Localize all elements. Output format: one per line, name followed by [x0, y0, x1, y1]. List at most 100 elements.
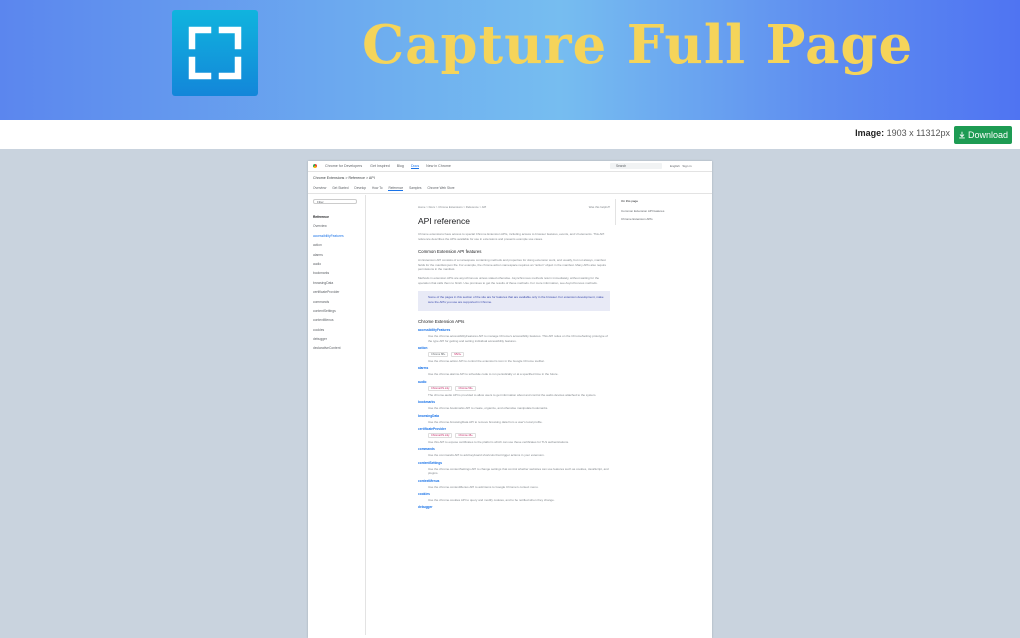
preview-main: Home > Docs > Chrome Extensions > Refere… — [418, 205, 610, 509]
preview-main-breadcrumb: Home > Docs > Chrome Extensions > Refere… — [418, 205, 610, 209]
preview-sidebar-item: browsingData — [313, 280, 334, 285]
preview-sidebar-divider — [365, 195, 366, 635]
preview-api-desc: Use the chrome.bookmarks API to create, … — [428, 406, 549, 411]
download-label: Download — [967, 130, 1009, 140]
preview-site-name: Chrome for Developers — [325, 164, 363, 168]
preview-api-chips: ChromeOS only Chrome 59+ — [428, 385, 610, 391]
preview-api-chips: Chrome 88+ MV3+ — [428, 351, 610, 357]
preview-page-title: API reference — [418, 216, 470, 226]
preview-api-name: certificateProvider — [418, 427, 446, 431]
preview-api-chip: Chrome 59+ — [455, 385, 476, 391]
preview-api-name: audio — [418, 379, 427, 384]
preview-api-name: commands — [418, 447, 435, 452]
preview-api-name: cookies — [418, 492, 430, 497]
preview-tab: Samples — [409, 186, 422, 190]
preview-sidebar-item: Overview — [313, 224, 327, 229]
preview-api-desc: Use the chrome.cookies API to query and … — [428, 498, 555, 503]
preview-tab: Reference — [388, 186, 404, 191]
preview-api-name: debugger — [418, 505, 433, 510]
preview-sidebar-item: cookies — [313, 327, 325, 332]
banner-title: Capture Full Page — [362, 14, 914, 76]
preview-nav-item: New in Chrome — [426, 164, 451, 168]
preview-api-desc: Use this API to expose certificates to t… — [428, 440, 570, 444]
preview-sidebar-item: commands — [313, 299, 330, 304]
preview-sidebar-item: accessibilityFeatures — [313, 233, 344, 238]
preview-intro: Chrome extensions have access to special… — [418, 232, 605, 241]
preview-main-crumb: Home > Docs > Chrome Extensions > Refere… — [418, 205, 487, 209]
preview-sidebar-item: action — [313, 243, 322, 248]
preview-breadcrumb: Chrome Extensions > Reference > API — [313, 176, 375, 180]
preview-section-title: Common Extension API features — [418, 249, 482, 255]
promo-banner: Capture Full Page — [0, 0, 1020, 120]
preview-api-entry: commands Use the commands API to add keyb… — [418, 447, 610, 457]
preview-main-actions: Was this helpful? — [588, 205, 610, 209]
preview-api-name: action — [418, 345, 428, 350]
preview-sidebar-item: alarms — [313, 252, 323, 257]
preview-api-entry: contextMenus Use the chrome.contextMenus … — [418, 479, 610, 489]
preview-api-name: accessibilityFeatures — [418, 328, 451, 333]
preview-tab: Develop — [354, 186, 367, 190]
preview-api-entry: certificateProvider ChromeOS only Chrome 4… — [418, 427, 610, 444]
preview-search: Search — [610, 163, 662, 169]
preview-tab: Chrome Web Store — [427, 186, 455, 190]
preview-sidebar-item: contentSettings — [313, 308, 336, 313]
preview-sidebar-item: debugger — [313, 337, 327, 342]
preview-api-list: accessibilityFeatures Use the chrome.acce… — [418, 328, 610, 509]
preview-sidebar-item: certificateProvider — [313, 290, 340, 295]
preview-api-chips: ChromeOS only Chrome 46+ — [428, 433, 610, 438]
preview-api-entry: contentSettings Use the chrome.contentSet… — [418, 461, 610, 476]
preview-sidebar-item: contextMenus — [313, 318, 334, 323]
chrome-logo-icon — [313, 164, 317, 168]
preview-nav-item: Get Inspired — [370, 164, 390, 168]
preview-sidebar-item: audio — [313, 261, 322, 266]
preview-tabs: Overview Get Started Develop How To Refe… — [313, 186, 460, 191]
preview-api-chip: ChromeOS only — [428, 385, 453, 391]
image-label: Image: — [855, 128, 885, 138]
preview-sidebar-item: bookmarks — [313, 271, 330, 276]
preview-toc-item: Chrome Extension APIs — [621, 217, 653, 221]
preview-filter: Filter — [313, 199, 357, 204]
screenshot-preview[interactable]: Chrome for Developers Get Inspired Blog … — [308, 161, 712, 638]
preview-tab: How To — [371, 186, 383, 190]
preview-api-desc: Use the chrome.contextMenus API to add i… — [428, 484, 539, 489]
preview-api-name: bookmarks — [418, 400, 436, 405]
preview-api-desc: Use the commands API to add keyboard sho… — [428, 453, 545, 458]
preview-api-name: browsingData — [418, 413, 440, 418]
preview-api-chip: MV3+ — [451, 351, 465, 357]
preview-api-desc: Use the chrome.accessibilityFeatures API… — [428, 334, 608, 343]
fullscreen-corners-icon — [172, 10, 258, 96]
preview-nav: Get Inspired Blog Docs New in Chrome — [370, 164, 457, 169]
preview-paragraph: Methods in extension APIs are asynchrono… — [418, 275, 600, 285]
preview-note: Some of the pages in this section of the… — [418, 291, 610, 312]
preview-sidebar-list: Reference Overview accessibilityFeatures ac… — [313, 213, 365, 354]
preview-api-name: contextMenus — [418, 478, 440, 483]
preview-api-entry: bookmarks Use the chrome.bookmarks API to… — [418, 400, 610, 410]
preview-sidebar-item: Reference — [313, 215, 329, 219]
preview-api-entry: accessibilityFeatures Use the chrome.acce… — [418, 328, 610, 343]
preview-api-name: contentSettings — [418, 460, 443, 465]
download-icon — [959, 131, 965, 139]
download-button[interactable]: Download — [954, 126, 1012, 144]
preview-section-title: Chrome Extension APIs — [418, 319, 465, 325]
preview-api-entry: alarms Use the chrome.alarms API to sched… — [418, 366, 610, 376]
preview-nav-item: Blog — [396, 164, 404, 168]
preview-divider — [308, 193, 712, 194]
preview-api-chip: ChromeOS only — [428, 433, 453, 438]
preview-toc-item: Common Extension API features — [621, 209, 665, 213]
preview-api-entry: browsingData Use the chrome.browsingData … — [418, 414, 610, 424]
image-dimensions: 1903 x 11312px — [886, 128, 950, 138]
preview-header-right: English Sign in — [670, 164, 692, 168]
preview-api-chip: Chrome 88+ — [428, 351, 449, 357]
preview-tab: Get Started — [332, 186, 349, 190]
preview-api-desc: Use the chrome.alarms API to schedule co… — [428, 372, 559, 377]
preview-toc-heading: On this page — [621, 199, 639, 203]
preview-api-entry: cookies Use the chrome.cookies API to que… — [418, 492, 610, 502]
preview-paragraph: An Extension API consists of a namespace… — [418, 258, 607, 272]
preview-toc: On this page Common Extension API featur… — [615, 199, 705, 225]
preview-api-desc: The chrome.audio API is provided to allo… — [428, 392, 597, 397]
preview-sign-in: Sign in — [682, 163, 692, 168]
image-info: Image: 1903 x 11312px — [855, 128, 950, 138]
preview-api-desc: Use the chrome.browsingData API to remov… — [428, 419, 543, 424]
preview-language: English — [670, 163, 680, 168]
preview-api-name: alarms — [418, 366, 429, 371]
